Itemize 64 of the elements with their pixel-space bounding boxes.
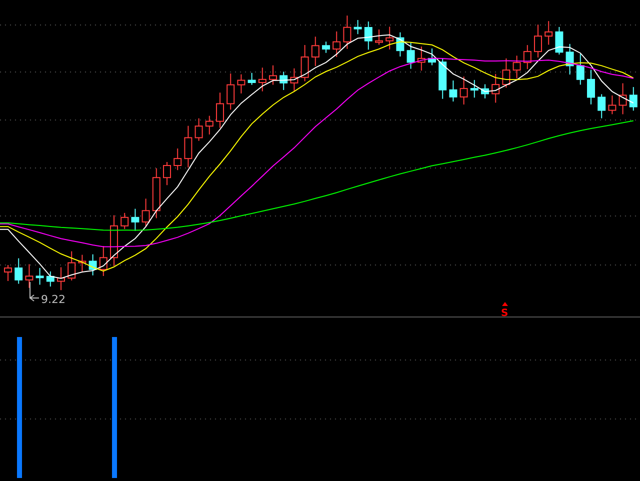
candlestick [618,82,627,115]
candlestick [566,43,574,76]
candlestick [576,53,584,86]
candlestick [438,58,447,100]
candlestick [184,125,192,168]
candlestick [174,148,182,171]
candlestick [406,42,415,70]
candlestick [417,46,426,72]
candlestick [534,24,542,58]
candlestick [78,254,86,272]
candlestick [449,80,458,102]
leader-line [30,282,40,302]
candlestick [481,84,489,99]
candlestick [25,264,34,288]
candlestick [88,254,97,276]
candlestick [492,73,500,104]
candlestick [14,258,23,284]
candlestick [512,55,521,79]
candlestick [364,21,372,50]
candlestick [57,266,65,291]
low-price-label: 9.22 [41,293,66,306]
candlestick [110,214,118,266]
candlestick [523,44,532,70]
candlestick [131,208,140,232]
candlestick [311,36,320,66]
candlestick [502,58,510,88]
candlestick [375,29,383,46]
candlestick [46,270,54,288]
candlestick [300,44,309,82]
candlestick [555,26,564,56]
candlestick [608,95,616,115]
candlestick [460,76,468,105]
candlestick [68,250,76,281]
candlestick [99,245,108,276]
candlestick [258,67,266,92]
candlestick [470,79,478,98]
candlestick [194,118,203,142]
candlestick [226,73,235,110]
arrow-up-icon [502,302,508,306]
candlestick [248,72,256,86]
candlestick [142,198,150,228]
candlestick [216,92,224,128]
candlestick [152,168,160,219]
candlestick [4,264,12,282]
candlestick [36,267,44,286]
candlestick [428,48,436,66]
candlestick [332,30,341,58]
candlestick [354,20,362,35]
candlestick [290,68,298,92]
candlestick [343,15,352,50]
candlestick [280,71,288,90]
candlestick [587,69,595,105]
candlestick [237,74,246,94]
candlestick [120,212,129,230]
sell-signal-label: S [501,308,508,319]
candlestick [396,32,404,57]
candlestick [544,20,553,46]
candlestick [205,115,214,135]
candlestick [269,64,277,86]
candlestick [322,41,330,54]
candlestick [386,26,394,50]
candlestick [598,94,606,119]
candlestick [629,86,638,112]
candlestick [163,162,171,186]
